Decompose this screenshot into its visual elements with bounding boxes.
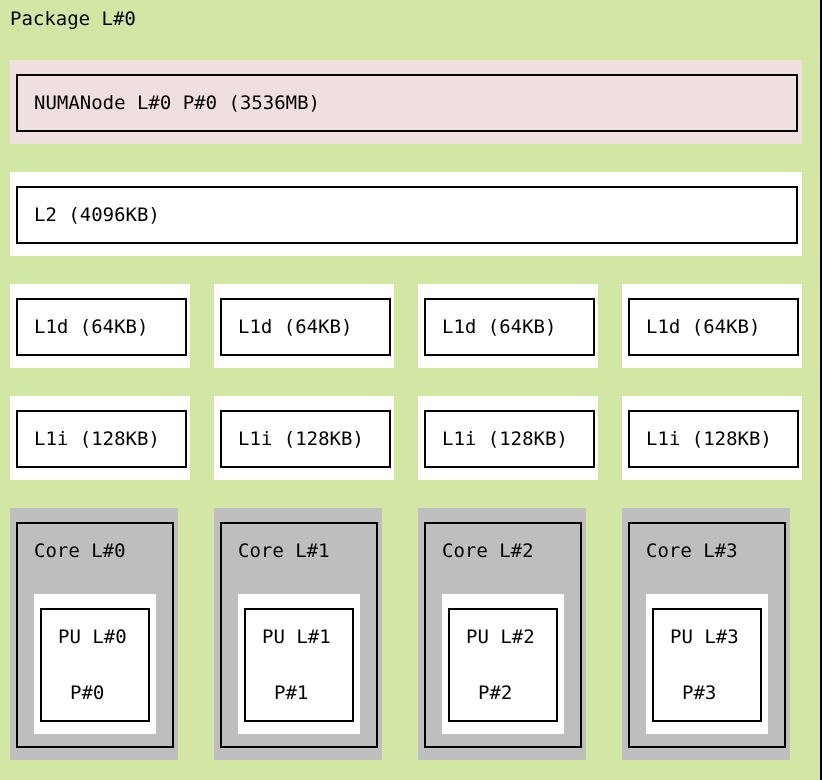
numa-node: NUMANode L#0 P#0 (3536MB) (16, 74, 798, 132)
core: Core L#2 PU L#2 P#2 (424, 522, 582, 748)
numa-node-label: NUMANode L#0 P#0 (3536MB) (34, 92, 320, 114)
core-label: Core L#1 (238, 540, 330, 562)
l1d-cache-label: L1d (64KB) (34, 316, 149, 338)
pu: PU L#2 P#2 (448, 608, 558, 722)
core: Core L#3 PU L#3 P#3 (628, 522, 786, 748)
l1i-cache: L1i (128KB) (220, 410, 391, 468)
pu-os-index: P#0 (70, 682, 105, 704)
core-container: Core L#2 PU L#2 P#2 (418, 508, 586, 760)
l1i-cache: L1i (128KB) (424, 410, 595, 468)
core-label: Core L#3 (646, 540, 738, 562)
pu-container: PU L#2 P#2 (442, 594, 564, 734)
core-container: Core L#3 PU L#3 P#3 (622, 508, 790, 760)
l1i-cache-label: L1i (128KB) (34, 428, 160, 450)
core: Core L#0 PU L#0 P#0 (16, 522, 174, 748)
l1d-cache-label: L1d (64KB) (238, 316, 353, 338)
l1d-cache-container: L1d (64KB) (10, 284, 190, 368)
l1d-cache: L1d (64KB) (628, 298, 799, 356)
l1d-cache-container: L1d (64KB) (418, 284, 598, 368)
pu-os-index: P#2 (478, 682, 513, 704)
pu-label: PU L#2 (466, 626, 535, 648)
l1i-cache-container: L1i (128KB) (214, 396, 394, 480)
pu-label: PU L#3 (670, 626, 739, 648)
l1i-cache-label: L1i (128KB) (646, 428, 772, 450)
l1d-cache: L1d (64KB) (16, 298, 187, 356)
core: Core L#1 PU L#1 P#1 (220, 522, 378, 748)
pu: PU L#3 P#3 (652, 608, 762, 722)
l2-cache-container: L2 (4096KB) (10, 172, 802, 256)
l1i-cache-label: L1i (128KB) (238, 428, 364, 450)
pu-label: PU L#0 (58, 626, 127, 648)
l2-cache-label: L2 (4096KB) (34, 204, 160, 226)
pu-os-index: P#3 (682, 682, 717, 704)
core-container: Core L#1 PU L#1 P#1 (214, 508, 382, 760)
l1d-cache-label: L1d (64KB) (442, 316, 557, 338)
l1d-cache-label: L1d (64KB) (646, 316, 761, 338)
numa-node-container: NUMANode L#0 P#0 (3536MB) (10, 60, 802, 144)
core-label: Core L#2 (442, 540, 534, 562)
l1i-cache-container: L1i (128KB) (418, 396, 598, 480)
l1d-cache-container: L1d (64KB) (214, 284, 394, 368)
l1i-cache: L1i (128KB) (628, 410, 799, 468)
pu-container: PU L#3 P#3 (646, 594, 768, 734)
l1d-cache: L1d (64KB) (220, 298, 391, 356)
l2-cache: L2 (4096KB) (16, 186, 798, 244)
pu: PU L#0 P#0 (40, 608, 150, 722)
core-label: Core L#0 (34, 540, 126, 562)
core-container: Core L#0 PU L#0 P#0 (10, 508, 178, 760)
pu-label: PU L#1 (262, 626, 331, 648)
pu-container: PU L#0 P#0 (34, 594, 156, 734)
package-label: Package L#0 (10, 8, 136, 30)
pu: PU L#1 P#1 (244, 608, 354, 722)
pu-os-index: P#1 (274, 682, 309, 704)
package-box: Package L#0 NUMANode L#0 P#0 (3536MB) L2… (0, 0, 822, 780)
l1i-cache: L1i (128KB) (16, 410, 187, 468)
l1i-cache-label: L1i (128KB) (442, 428, 568, 450)
pu-container: PU L#1 P#1 (238, 594, 360, 734)
l1i-cache-container: L1i (128KB) (622, 396, 802, 480)
l1d-cache: L1d (64KB) (424, 298, 595, 356)
l1d-cache-container: L1d (64KB) (622, 284, 802, 368)
l1i-cache-container: L1i (128KB) (10, 396, 190, 480)
